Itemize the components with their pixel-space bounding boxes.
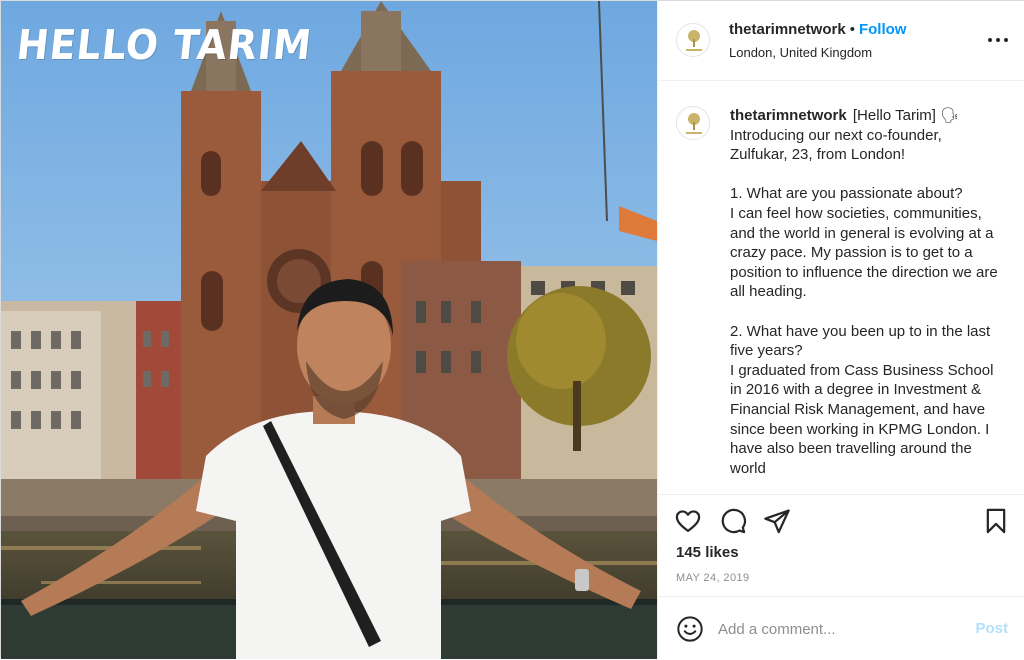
header-user-row: thetarimnetwork • Follow (729, 21, 906, 38)
photo-illustration (1, 1, 657, 659)
comment-input[interactable] (718, 614, 958, 644)
post-photo[interactable]: HELLO TARIM (1, 1, 657, 659)
caption-username-link[interactable]: thetarimnetwork (730, 107, 847, 124)
heart-icon[interactable] (674, 507, 702, 535)
tarim-logo-icon (677, 107, 709, 139)
more-options-icon[interactable] (988, 29, 1008, 49)
follow-button[interactable]: Follow (859, 21, 907, 38)
emoji-icon[interactable] (676, 615, 704, 643)
post-date: MAY 24, 2019 (676, 572, 750, 584)
caption-area[interactable]: thetarimnetwork [Hello Tarim] 🗣 Introduc… (658, 82, 1024, 494)
location-link[interactable]: London, United Kingdom (729, 45, 872, 60)
instagram-post: HELLO TARIM thetarimnetwork • Follow Londo… (0, 0, 1024, 659)
comment-icon[interactable] (719, 507, 747, 535)
post-side-panel: thetarimnetwork • Follow London, United Ki… (657, 1, 1024, 659)
caption-avatar[interactable] (676, 106, 710, 140)
share-icon[interactable] (763, 507, 791, 535)
hello-tarim-overlay-text: HELLO TARIM (14, 21, 315, 69)
header-username-link[interactable]: thetarimnetwork (729, 21, 846, 38)
post-comment-button[interactable]: Post (975, 620, 1008, 637)
separator-dot: • (849, 21, 855, 38)
likes-count[interactable]: 145 likes (676, 544, 739, 561)
post-caption: thetarimnetwork [Hello Tarim] 🗣 Introduc… (730, 106, 1000, 478)
caption-text: [Hello Tarim] 🗣 Introducing our next co-… (730, 107, 998, 477)
post-header: thetarimnetwork • Follow London, United Ki… (658, 1, 1024, 81)
post-actions: 145 likes MAY 24, 2019 Post (658, 494, 1024, 659)
bookmark-icon[interactable] (982, 507, 1010, 535)
profile-avatar[interactable] (676, 23, 710, 57)
tarim-logo-icon (677, 24, 709, 56)
add-comment-bar: Post (658, 596, 1024, 660)
